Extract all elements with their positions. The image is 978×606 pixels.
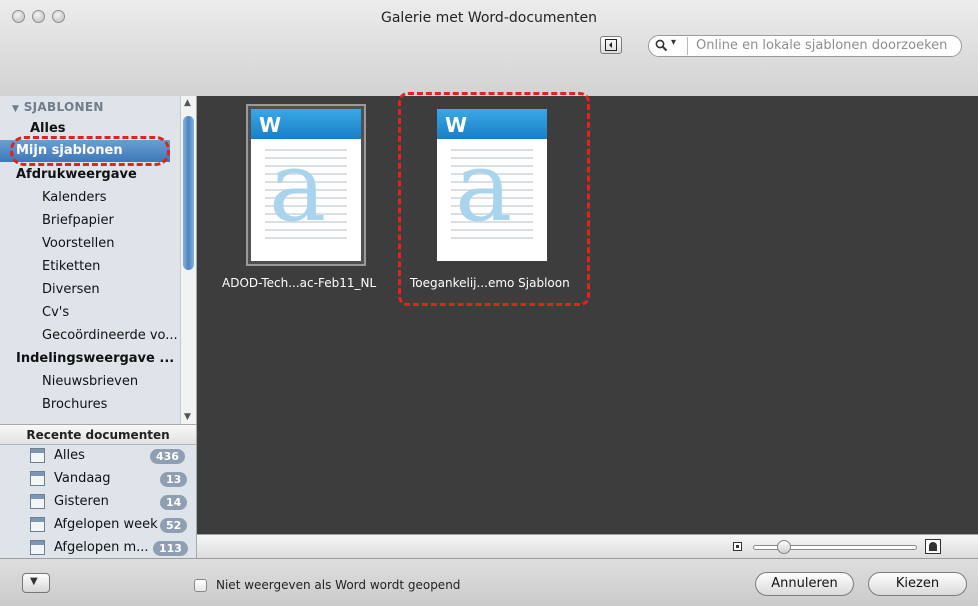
search-options-chevron-icon[interactable]: ▾ [671, 37, 676, 48]
sidebar-item-voorstellen[interactable]: Voorstellen [0, 233, 180, 255]
recent-item-vandaag[interactable]: Vandaag 13 [0, 468, 196, 490]
sidebar-toggle-icon [605, 39, 617, 51]
disclosure-triangle-icon[interactable]: ▼ [12, 104, 19, 114]
count-badge: 13 [160, 472, 188, 487]
sidebar-item-brochures[interactable]: Brochures [0, 394, 180, 416]
sidebar-item-indelingsweergave[interactable]: Indelingsweergave ... [0, 348, 180, 370]
sidebar-item-kalenders[interactable]: Kalenders [0, 187, 180, 209]
search-icon [655, 39, 668, 52]
search-field[interactable]: ▾ Online en lokale sjablonen doorzoeken [648, 35, 962, 57]
sidebar-item-briefpapier[interactable]: Briefpapier [0, 210, 180, 232]
recent-item-label: Vandaag [54, 471, 111, 486]
thumbnail-size-slider-knob[interactable] [777, 540, 791, 554]
count-badge: 52 [160, 518, 188, 533]
search-divider [687, 37, 688, 55]
sidebar-section-header[interactable]: ▼ SJABLONEN [12, 100, 104, 114]
dont-show-checkbox-label[interactable]: Niet weergeven als Word wordt geopend [216, 578, 460, 592]
sidebar-scrollbar[interactable]: ▲ ▼ [180, 96, 196, 424]
dialog-footer: ▼ Niet weergeven als Word wordt geopend … [0, 558, 978, 606]
recent-item-label: Gisteren [54, 494, 109, 509]
calendar-icon [30, 540, 45, 555]
highlight-template [398, 92, 590, 306]
count-badge: 113 [153, 541, 188, 556]
sidebar: ▼ SJABLONEN Alles Mijn sjablonen Afdrukw… [0, 96, 197, 424]
calendar-icon [30, 494, 45, 509]
sidebar-section-label: SJABLONEN [23, 100, 104, 114]
sidebar-item-etiketten[interactable]: Etiketten [0, 256, 180, 278]
template-thumbnail[interactable]: W a [251, 109, 361, 261]
highlight-mijn-sjablonen [10, 136, 170, 166]
cancel-button[interactable]: Annuleren [755, 572, 854, 596]
recent-documents-panel: Recente documenten Alles 436 Vandaag 13 … [0, 424, 197, 559]
sidebar-scroll-thumb[interactable] [183, 116, 194, 270]
calendar-icon [30, 448, 45, 463]
recent-item-label: Alles [54, 448, 85, 463]
sidebar-item-cvs[interactable]: Cv's [0, 302, 180, 324]
sidebar-item-nieuwsbrieven[interactable]: Nieuwsbrieven [0, 371, 180, 393]
sidebar-item-afdrukweergave[interactable]: Afdrukweergave [0, 164, 180, 186]
recent-item-gisteren[interactable]: Gisteren 14 [0, 491, 196, 513]
more-options-button[interactable]: ▼ [22, 573, 50, 593]
dropdown-arrow-icon: ▼ [30, 576, 38, 587]
count-badge: 436 [150, 449, 185, 464]
recent-item-alles[interactable]: Alles 436 [0, 445, 196, 467]
zoom-strip [197, 534, 978, 558]
dont-show-checkbox[interactable] [194, 579, 207, 592]
zoom-small-icon[interactable] [733, 542, 742, 551]
template-name[interactable]: ADOD-Tech...ac-Feb11_NL [222, 276, 376, 290]
zoom-large-icon[interactable] [925, 539, 941, 554]
recent-item-label: Afgelopen m... [54, 540, 149, 555]
sidebar-item-diversen[interactable]: Diversen [0, 279, 180, 301]
count-badge: 14 [160, 495, 188, 510]
recent-documents-header: Recente documenten [0, 425, 196, 445]
sidebar-toggle-button[interactable] [600, 36, 622, 54]
gallery-window: Galerie met Word-documenten ▾ Online en … [0, 0, 978, 606]
calendar-icon [30, 471, 45, 486]
calendar-icon [30, 517, 45, 532]
title-toolbar: Galerie met Word-documenten ▾ Online en … [0, 0, 978, 97]
sidebar-item-gecoordineerde[interactable]: Gecoördineerde vo... [0, 325, 180, 347]
recent-item-afgelopen-maand[interactable]: Afgelopen m... 113 [0, 537, 196, 559]
choose-button[interactable]: Kiezen [868, 572, 967, 596]
recent-item-afgelopen-week[interactable]: Afgelopen week 52 [0, 514, 196, 536]
scroll-down-arrow-icon[interactable]: ▼ [184, 412, 191, 422]
document-preview-letter: a [269, 131, 327, 243]
search-placeholder[interactable]: Online en lokale sjablonen doorzoeken [696, 38, 947, 53]
scroll-up-arrow-icon[interactable]: ▲ [184, 98, 191, 108]
recent-item-label: Afgelopen week [54, 517, 158, 532]
window-title: Galerie met Word-documenten [381, 10, 597, 26]
